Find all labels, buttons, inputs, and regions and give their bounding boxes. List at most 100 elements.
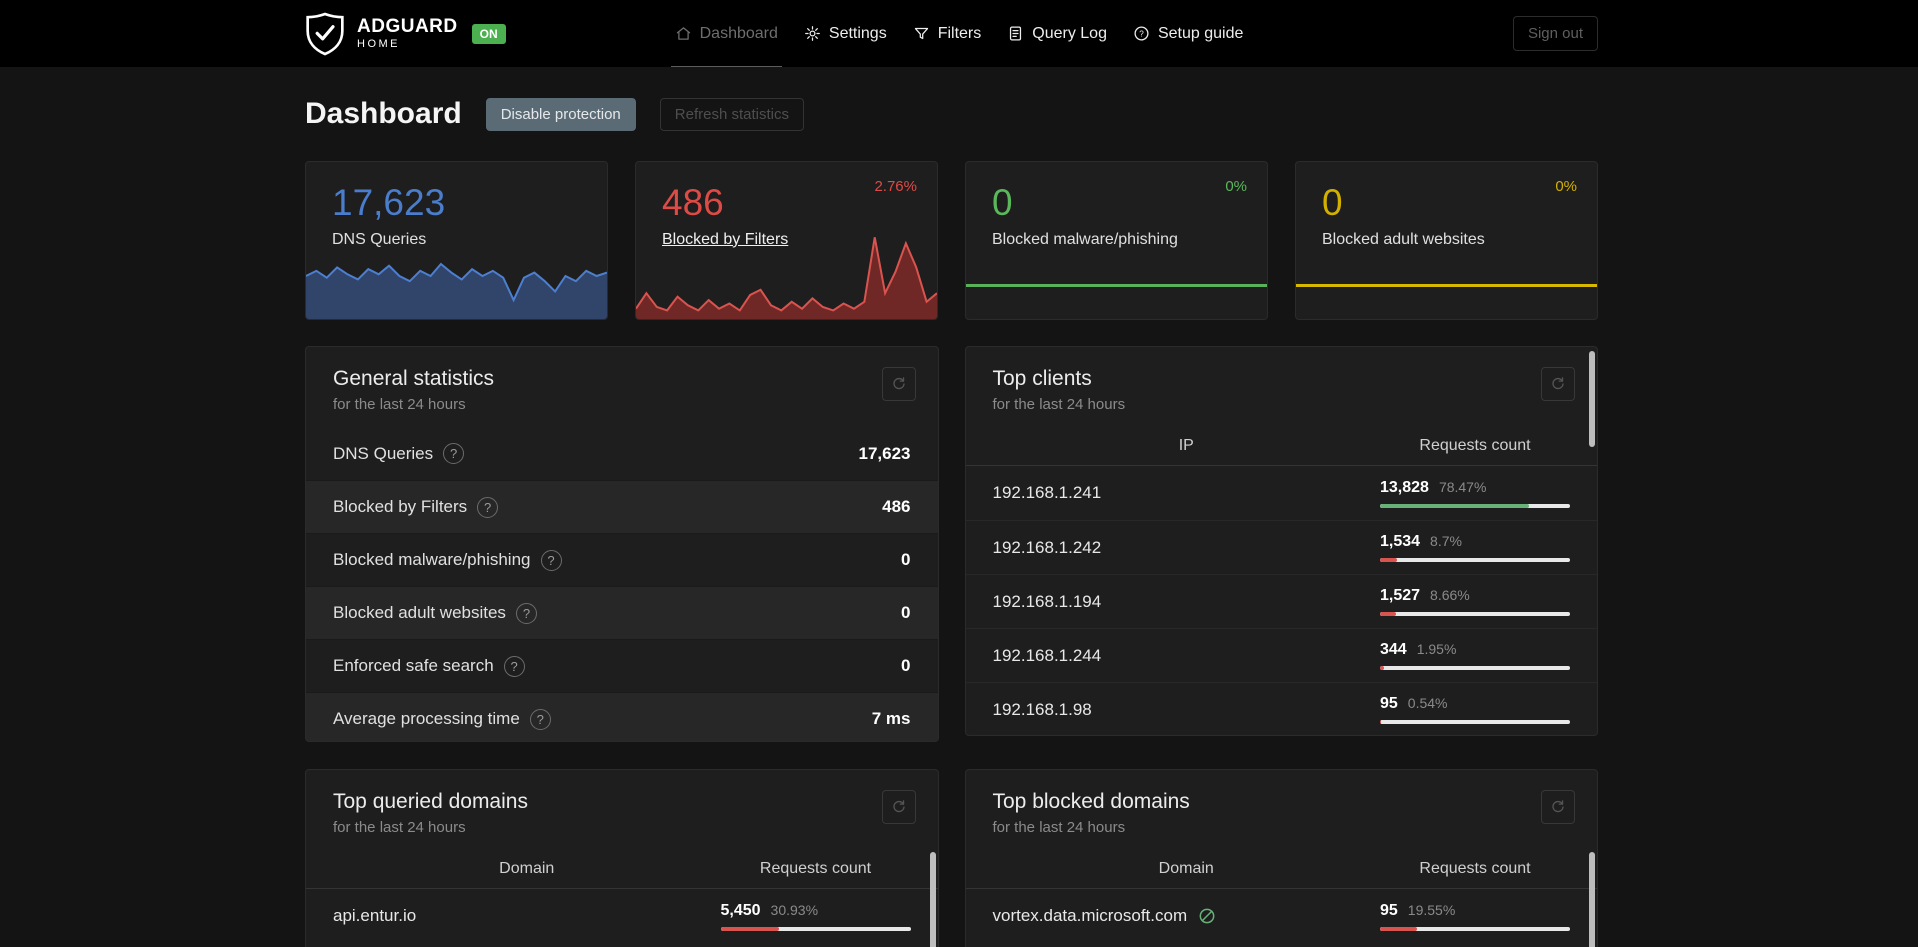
top-queried-subtitle: for the last 24 hours xyxy=(333,819,466,836)
nav-item-filters[interactable]: Filters xyxy=(913,0,982,67)
refresh-icon xyxy=(1552,800,1564,813)
top-blocked-title: Top blocked domains xyxy=(992,790,1190,813)
top-clients-title: Top clients xyxy=(992,367,1092,390)
stat-card-blocked-malware: 0 Blocked malware/phishing 0% xyxy=(965,161,1268,320)
top-blocked-header-row: Domain Requests count xyxy=(965,850,1597,889)
blocked-adult-percent: 0% xyxy=(1555,178,1577,195)
refresh-button[interactable] xyxy=(881,790,916,824)
refresh-button[interactable] xyxy=(1541,790,1575,824)
refresh-icon xyxy=(892,377,905,390)
client-row: 192.168.1.194 1,527 8.66% xyxy=(965,574,1597,628)
requests-percent: 78.47% xyxy=(1438,478,1487,495)
top-blocked-subtitle: for the last 24 hours xyxy=(992,819,1126,836)
top-clients-card: Top clients for the last 24 hours IP Req… xyxy=(964,346,1598,736)
column-header-requests-count: Requests count xyxy=(1419,860,1531,877)
client-ip[interactable]: 192.168.1.244 xyxy=(993,646,1381,666)
blocked-filters-percent: 2.76% xyxy=(874,178,917,195)
scrollbar-thumb[interactable] xyxy=(1589,351,1595,447)
stat-row-value: 7 ms xyxy=(871,709,911,728)
general-statistics-title: General statistics xyxy=(333,367,495,390)
scrollbar-thumb[interactable] xyxy=(1589,852,1595,947)
refresh-button[interactable] xyxy=(1541,367,1575,401)
gear-icon xyxy=(805,26,820,41)
blocked-malware-sparkline xyxy=(966,284,1267,287)
nav-label: Filters xyxy=(937,24,982,42)
client-row: 192.168.1.98 95 0.54% xyxy=(965,682,1597,735)
stat-row-label: DNS Queries xyxy=(333,443,434,463)
requests-percent: 30.93% xyxy=(770,901,819,918)
stat-row-label: Blocked malware/phishing xyxy=(333,550,531,569)
nav-item-setup-guide[interactable]: ? Setup guide xyxy=(1133,0,1243,67)
help-icon[interactable]: ? xyxy=(503,655,525,677)
nav-item-settings[interactable]: Settings xyxy=(804,0,887,67)
stat-row-value: 17,623 xyxy=(858,443,911,463)
column-header-requests-count: Requests count xyxy=(759,860,872,877)
blocked-malware-label: Blocked malware/phishing xyxy=(992,230,1178,248)
help-icon[interactable]: ? xyxy=(540,549,562,571)
brand[interactable]: ADGUARD HOME ON xyxy=(305,0,506,67)
requests-percent: 0.54% xyxy=(1407,695,1448,711)
progress-bar-fill xyxy=(720,926,780,931)
disable-protection-button[interactable]: Disable protection xyxy=(485,97,636,131)
scrollbar-thumb[interactable] xyxy=(929,852,936,947)
column-header-domain: Domain xyxy=(1158,860,1214,877)
help-icon[interactable]: ? xyxy=(443,443,465,464)
nav-label: Settings xyxy=(828,24,887,42)
nav-item-query-log[interactable]: Query Log xyxy=(1007,0,1107,67)
top-queried-domains-card: Top queried domains for the last 24 hour… xyxy=(305,769,939,947)
top-clients-table: 192.168.1.241 13,828 78.47% 192.168.1.24… xyxy=(965,466,1598,735)
filter-funnel-icon xyxy=(914,27,928,40)
top-clients-subtitle: for the last 24 hours xyxy=(992,396,1126,413)
client-ip[interactable]: 192.168.1.98 xyxy=(993,700,1381,720)
general-statistics-row: Average processing time ? 7 ms xyxy=(306,692,938,741)
refresh-statistics-button[interactable]: Refresh statistics xyxy=(659,97,804,131)
help-icon[interactable]: ? xyxy=(477,496,499,518)
client-row: 192.168.1.244 344 1.95% xyxy=(965,628,1597,682)
dashboard-page: Dashboard Disable protection Refresh sta… xyxy=(305,67,1598,947)
general-statistics-row: Enforced safe search ? 0 xyxy=(306,639,938,692)
sign-out-button[interactable]: Sign out xyxy=(1512,16,1598,51)
refresh-icon xyxy=(892,800,905,813)
stat-row-label: Blocked adult websites xyxy=(333,603,506,622)
main-nav: Dashboard Settings Filters Query Log ? S… xyxy=(662,0,1257,67)
progress-bar xyxy=(720,926,911,931)
nav-item-dashboard[interactable]: Dashboard xyxy=(670,0,783,67)
blocked-malware-value: 0 xyxy=(992,182,1013,223)
home-icon xyxy=(676,27,690,40)
blocked-adult-label: Blocked adult websites xyxy=(1322,230,1485,248)
requests-count: 1,534 xyxy=(1380,533,1421,550)
stat-cards-row: 17,623 DNS Queries 486 Blocked by Filter… xyxy=(305,161,1598,320)
blocked-adult-sparkline xyxy=(1296,284,1597,287)
client-ip[interactable]: 192.168.1.242 xyxy=(993,538,1381,558)
stat-card-blocked-filters: 486 Blocked by Filters 2.76% xyxy=(635,161,938,320)
question-circle-icon: ? xyxy=(1134,26,1149,41)
domain-name[interactable]: vortex.data.microsoft.com xyxy=(993,906,1188,926)
client-ip[interactable]: 192.168.1.194 xyxy=(993,592,1381,612)
domain-row: api.entur.io 5,450 30.93% xyxy=(306,889,938,943)
help-icon[interactable]: ? xyxy=(529,708,551,730)
column-header-requests-count: Requests count xyxy=(1419,437,1531,454)
requests-count: 95 xyxy=(1380,695,1398,712)
requests-count: 13,828 xyxy=(1380,478,1429,496)
help-icon[interactable]: ? xyxy=(515,602,537,624)
stat-card-dns-queries: 17,623 DNS Queries xyxy=(305,161,608,320)
client-ip[interactable]: 192.168.1.241 xyxy=(993,483,1381,503)
requests-percent: 1.95% xyxy=(1416,641,1457,657)
progress-bar-fill xyxy=(1380,926,1418,931)
brand-name: ADGUARD xyxy=(357,16,458,37)
blocked-malware-percent: 0% xyxy=(1225,178,1247,195)
client-row: 192.168.1.241 13,828 78.47% xyxy=(966,466,1598,520)
general-statistics-card: General statistics for the last 24 hours… xyxy=(305,346,939,742)
progress-bar xyxy=(1380,926,1570,931)
adguard-shield-logo xyxy=(306,12,344,55)
column-header-domain: Domain xyxy=(499,860,555,877)
refresh-button[interactable] xyxy=(881,367,916,401)
domain-name[interactable]: api.entur.io xyxy=(333,906,416,926)
top-clients-header-row: IP Requests count xyxy=(965,427,1597,466)
stat-row-label: Blocked by Filters xyxy=(333,497,468,516)
client-row: 192.168.1.242 1,534 8.7% xyxy=(965,520,1597,574)
dns-queries-sparkline xyxy=(306,233,607,319)
column-header-ip: IP xyxy=(1178,437,1194,454)
brand-subtitle: HOME xyxy=(357,38,400,50)
top-queried-title: Top queried domains xyxy=(333,790,528,813)
